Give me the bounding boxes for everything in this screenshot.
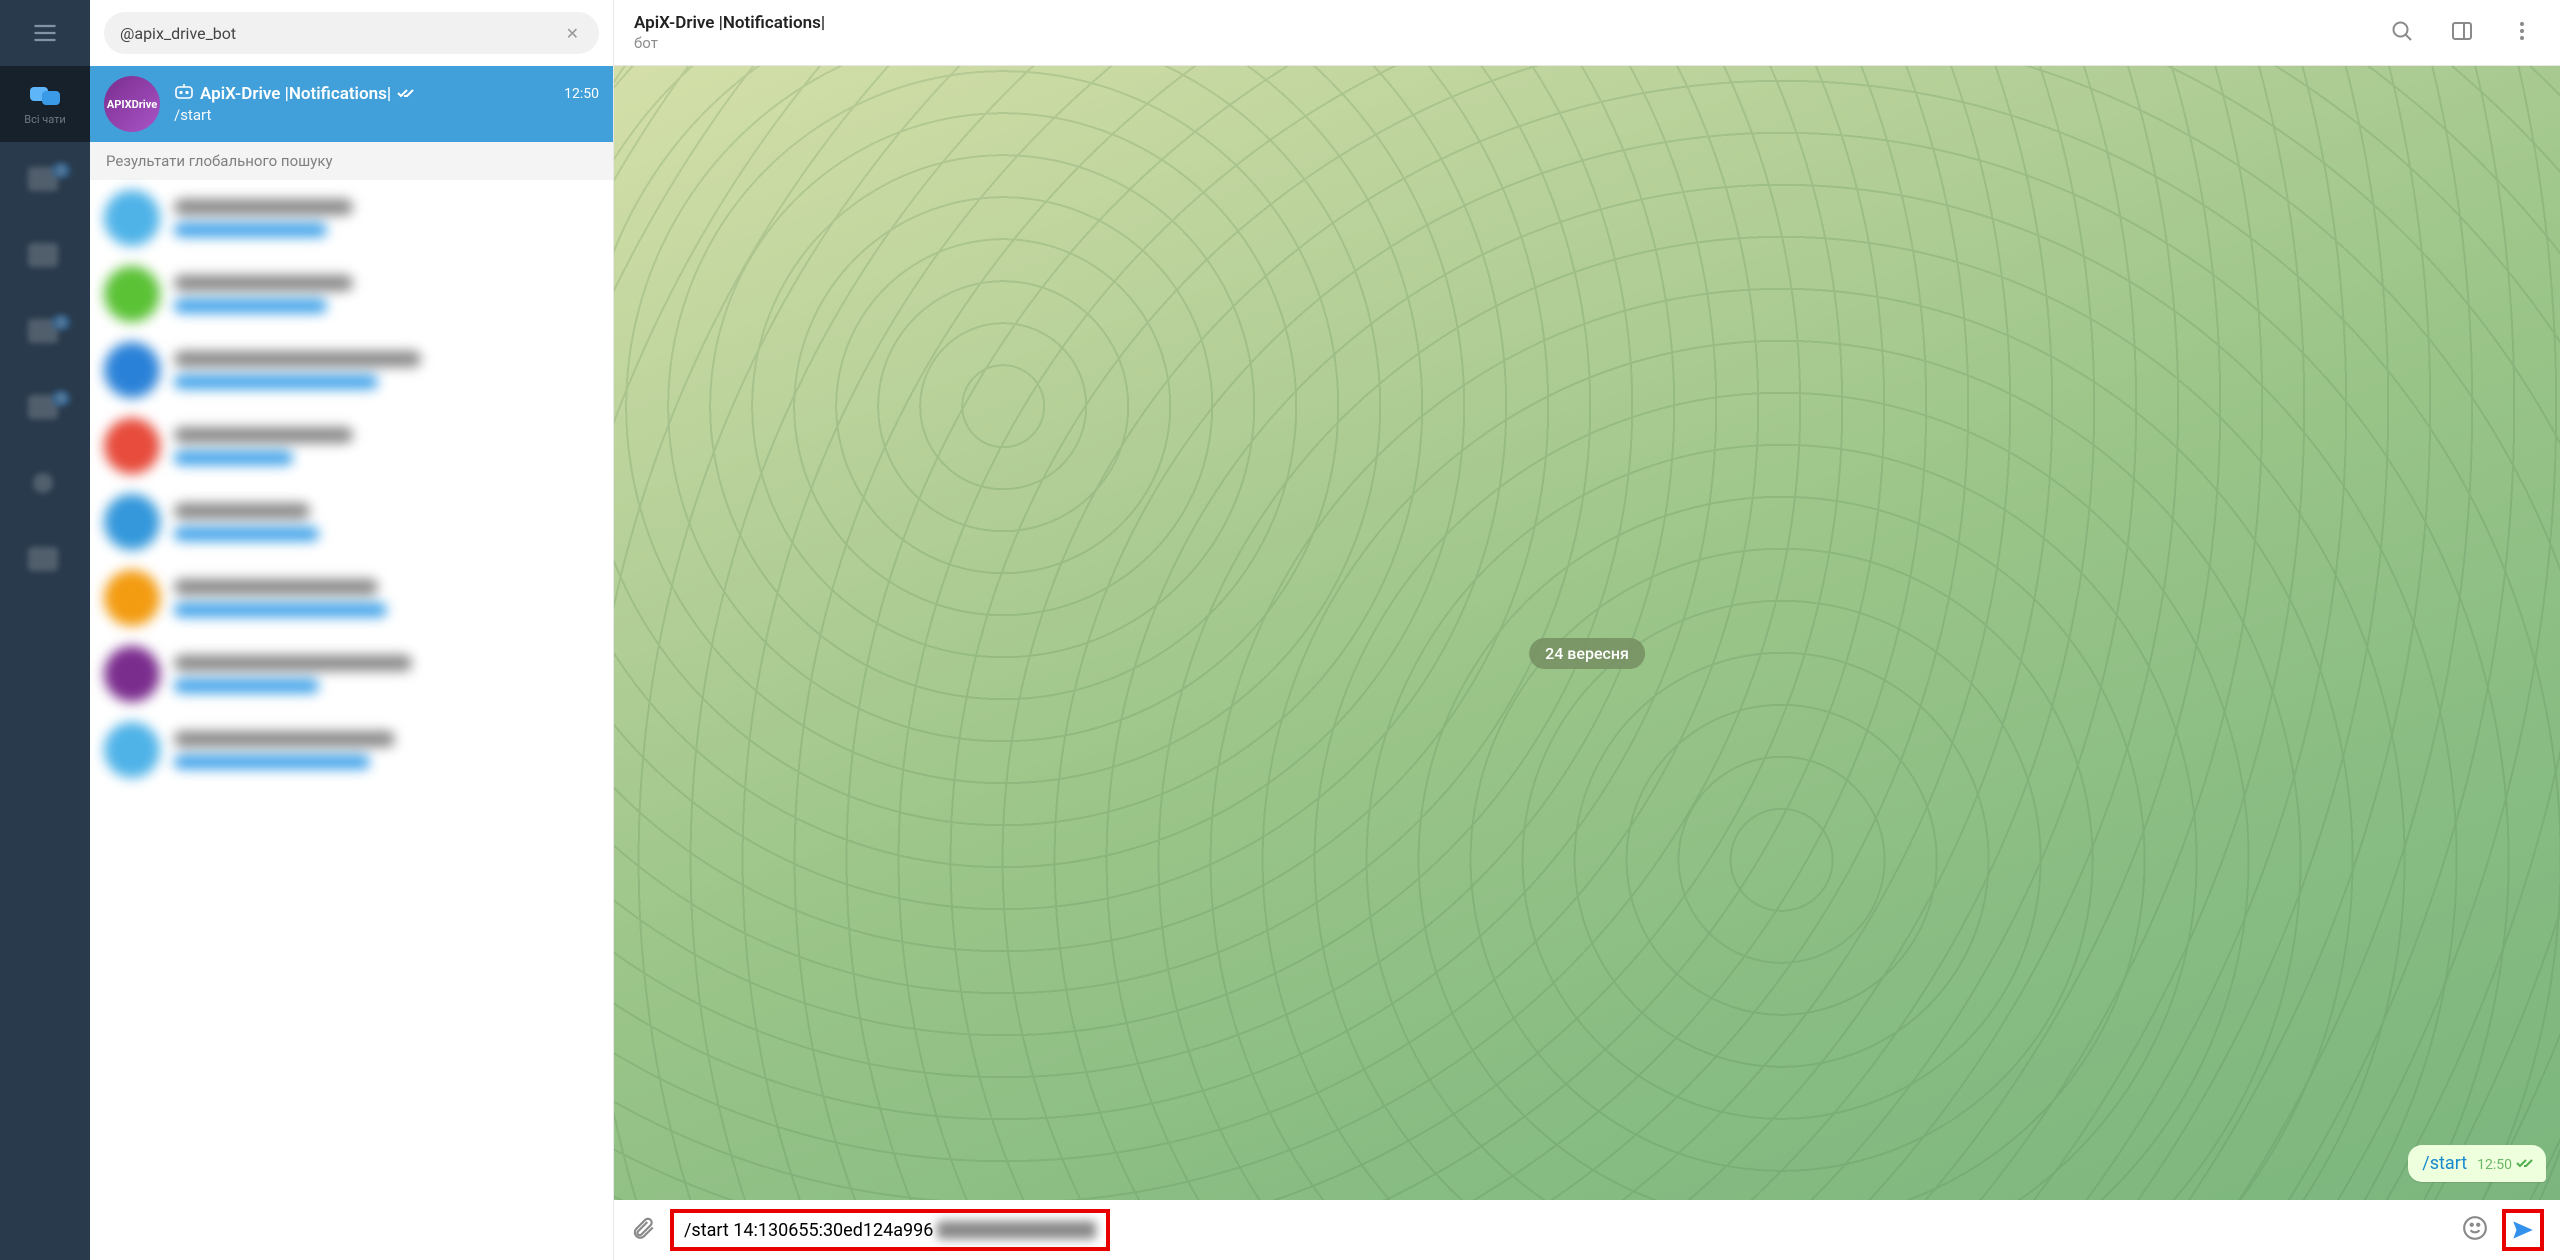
folder-label: Всі чати bbox=[24, 113, 66, 126]
chat-list: ✕ APIXDrive ApiX-Drive |Notifications| 1… bbox=[90, 0, 614, 1260]
chat-header: ApiX-Drive |Notifications| бот bbox=[614, 0, 2560, 66]
message-input-text: /start 14:130655:30ed124a996 bbox=[684, 1220, 933, 1241]
chat-item-content: ApiX-Drive |Notifications| 12:50 /start bbox=[174, 84, 599, 124]
folder-all-chats[interactable]: Всі чати bbox=[0, 66, 90, 142]
search-icon bbox=[2390, 19, 2414, 43]
emoji-icon bbox=[2462, 1215, 2488, 1241]
redacted-text bbox=[937, 1221, 1096, 1239]
chat-header-status: бот bbox=[634, 34, 2384, 52]
read-checks-icon bbox=[2516, 1155, 2536, 1174]
search-result-item[interactable] bbox=[90, 408, 613, 484]
folder-icon bbox=[28, 471, 62, 497]
folder-item[interactable]: 2 bbox=[0, 294, 90, 370]
folder-icon bbox=[28, 243, 62, 269]
chats-icon bbox=[28, 83, 62, 109]
folder-icon: 2 bbox=[28, 319, 62, 345]
search-result-item[interactable] bbox=[90, 256, 613, 332]
chat-preview: /start bbox=[174, 106, 599, 124]
folder-item[interactable]: 5 bbox=[0, 370, 90, 446]
send-icon bbox=[2510, 1217, 2536, 1243]
folder-item[interactable] bbox=[0, 446, 90, 522]
chat-time: 12:50 bbox=[564, 86, 599, 102]
search-result-item[interactable] bbox=[90, 560, 613, 636]
chat-item-selected[interactable]: APIXDrive ApiX-Drive |Notifications| 12:… bbox=[90, 66, 613, 142]
chat-title: ApiX-Drive |Notifications| bbox=[200, 84, 391, 104]
kebab-icon bbox=[2510, 19, 2534, 43]
search-result-item[interactable] bbox=[90, 484, 613, 560]
global-results-header: Результати глобального пошуку bbox=[90, 142, 613, 180]
search-result-item[interactable] bbox=[90, 712, 613, 788]
chat-header-title[interactable]: ApiX-Drive |Notifications| bbox=[634, 13, 2384, 33]
folder-item[interactable] bbox=[0, 218, 90, 294]
sidepanel-button[interactable] bbox=[2444, 13, 2480, 53]
folder-item[interactable]: 2 bbox=[0, 142, 90, 218]
attach-button[interactable] bbox=[630, 1215, 656, 1245]
main-menu-button[interactable] bbox=[0, 0, 90, 66]
search-clear-button[interactable]: ✕ bbox=[562, 20, 583, 47]
message-time: 12:50 bbox=[2477, 1157, 2512, 1173]
composer: /start 14:130655:30ed124a996 bbox=[614, 1200, 2560, 1260]
search-input[interactable] bbox=[120, 24, 562, 43]
outgoing-message[interactable]: /start 12:50 bbox=[2408, 1145, 2546, 1182]
search-bar: ✕ bbox=[90, 0, 613, 66]
read-status-icon bbox=[397, 85, 417, 104]
panel-icon bbox=[2450, 19, 2474, 43]
date-separator: 24 вересня bbox=[1529, 638, 1645, 669]
avatar: APIXDrive bbox=[104, 76, 160, 132]
chat-main: ApiX-Drive |Notifications| бот 24 вересн… bbox=[614, 0, 2560, 1260]
message-text: /start bbox=[2422, 1153, 2467, 1174]
emoji-button[interactable] bbox=[2462, 1215, 2488, 1245]
paperclip-icon bbox=[630, 1215, 656, 1241]
folder-icon: 2 bbox=[28, 167, 62, 193]
message-input-highlighted[interactable]: /start 14:130655:30ed124a996 bbox=[670, 1209, 1110, 1251]
folders-sidebar: Всі чати 2 2 5 bbox=[0, 0, 90, 1260]
send-button-highlighted[interactable] bbox=[2502, 1209, 2544, 1251]
folder-icon: 5 bbox=[28, 395, 62, 421]
bot-icon bbox=[174, 84, 194, 104]
search-result-item[interactable] bbox=[90, 180, 613, 256]
search-box[interactable]: ✕ bbox=[104, 12, 599, 54]
search-in-chat-button[interactable] bbox=[2384, 13, 2420, 53]
search-result-item[interactable] bbox=[90, 332, 613, 408]
folder-item[interactable] bbox=[0, 522, 90, 598]
folder-icon bbox=[28, 547, 62, 573]
menu-icon bbox=[31, 19, 59, 47]
messages-area[interactable]: 24 вересня /start 12:50 bbox=[614, 66, 2560, 1200]
search-result-item[interactable] bbox=[90, 636, 613, 712]
more-menu-button[interactable] bbox=[2504, 13, 2540, 53]
